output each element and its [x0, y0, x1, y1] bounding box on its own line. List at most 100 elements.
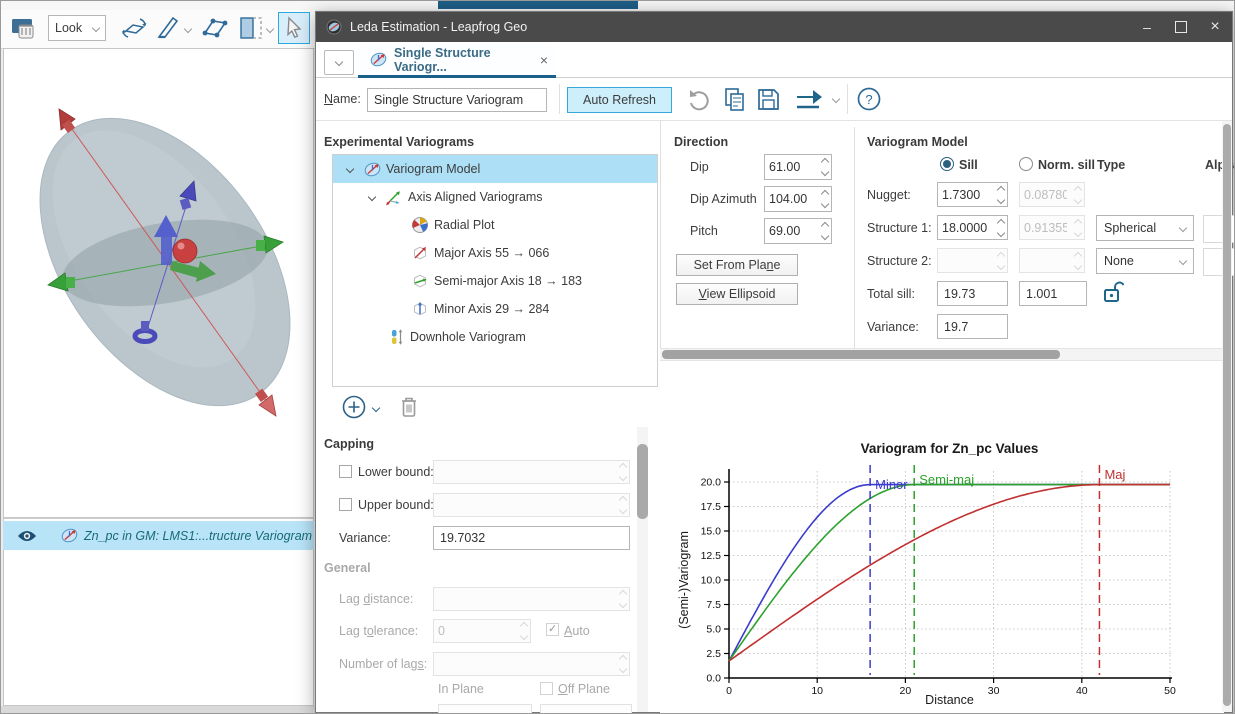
lock-sill-button[interactable]: [1102, 279, 1124, 305]
export-icon: [792, 85, 826, 113]
app-icon: [326, 19, 342, 35]
svg-text:Maj: Maj: [1104, 467, 1125, 482]
select-tool-button[interactable]: [278, 12, 310, 44]
slice-options-chevron[interactable]: [266, 25, 274, 33]
scene-list-item[interactable]: Zn_pc in GM: LMS1:...tructure Variogram: [3, 521, 314, 550]
minimize-button[interactable]: –: [1130, 12, 1164, 42]
auto-refresh-button[interactable]: Auto Refresh: [567, 87, 672, 113]
upper-bound-checkbox[interactable]: [339, 498, 352, 511]
upper-bound-spinner[interactable]: [433, 493, 630, 517]
structure1-type-dropdown[interactable]: Spherical: [1096, 215, 1194, 241]
add-variogram-button[interactable]: [342, 395, 366, 419]
lag-tolerance-spinner: [433, 619, 531, 643]
tree-item-label: Major Axis 55 → 066: [434, 246, 549, 260]
delete-variogram-button[interactable]: [398, 394, 420, 420]
left-panel-scrollbar-thumb[interactable]: [637, 444, 648, 519]
copy-button[interactable]: [721, 85, 749, 113]
leda-estimation-dialog: Leda Estimation - Leapfrog Geo – × Singl…: [315, 11, 1233, 713]
slice-view-button[interactable]: [237, 14, 265, 42]
nugget-sill-spinner[interactable]: [937, 182, 1008, 207]
name-input[interactable]: [367, 88, 547, 112]
save-button[interactable]: [754, 85, 782, 113]
svg-text:Variogram for Zn_pc Values: Variogram for Zn_pc Values: [861, 441, 1039, 456]
structure1-sill-spinner[interactable]: [937, 215, 1008, 240]
moving-plane-button[interactable]: [199, 13, 231, 43]
dialog-header-row: Name: Auto Refresh: [316, 78, 1232, 121]
view-ellipsoid-button[interactable]: View Ellipsoid: [676, 283, 798, 305]
number-of-lags-spinner: [433, 652, 630, 676]
help-button[interactable]: ?: [856, 86, 882, 112]
dialog-title: Leda Estimation - Leapfrog Geo: [350, 20, 527, 34]
export-button[interactable]: [792, 85, 826, 113]
cursor-icon: [279, 13, 308, 42]
set-from-plane-button[interactable]: Set From Plane: [676, 254, 798, 276]
tab-single-structure-variogram[interactable]: Single Structure Variogr... ×: [358, 44, 556, 78]
variogram-chart: Variogram for Zn_pc Values(Semi-)Variogr…: [660, 361, 1224, 713]
tree-item[interactable]: Minor Axis 29 → 284: [333, 295, 657, 323]
model-variance-label: Variance:: [867, 320, 919, 334]
variogram-ellipsoid-3d: [4, 49, 313, 517]
export-options-chevron[interactable]: [832, 95, 840, 103]
type-column-header: Type: [1097, 158, 1125, 172]
svg-text:Semi-maj: Semi-maj: [919, 472, 974, 487]
lower-bound-spinner[interactable]: [433, 460, 630, 484]
off-plane-checkbox: [540, 682, 553, 695]
direction-title: Direction: [674, 135, 728, 149]
chevron-down-icon[interactable]: [361, 194, 383, 200]
dialog-vertical-scrollbar-thumb[interactable]: [1223, 124, 1231, 706]
pitch-spinner[interactable]: [764, 218, 832, 244]
tree-item[interactable]: Variogram Model: [333, 155, 657, 183]
total-sill-value: [937, 281, 1008, 306]
undo-button[interactable]: [685, 86, 713, 114]
norm-sill-radio[interactable]: [1019, 157, 1033, 171]
off-plane-label: Off Plane: [558, 682, 610, 696]
rotate-tool-button[interactable]: [118, 13, 150, 43]
close-button[interactable]: ×: [1198, 12, 1232, 42]
dip-spinner[interactable]: [764, 154, 832, 180]
save-icon: [754, 85, 782, 113]
svg-text:30: 30: [988, 685, 1000, 697]
add-variogram-chevron[interactable]: [372, 404, 380, 412]
tree-item[interactable]: Radial Plot: [333, 211, 657, 239]
structure2-sill-spinner[interactable]: [937, 248, 1008, 273]
structure1-label: Structure 1:: [867, 221, 932, 235]
slicer-options-chevron[interactable]: [184, 25, 192, 33]
structure2-type-dropdown[interactable]: None: [1096, 248, 1194, 274]
axis-aligned-icon: [383, 188, 405, 206]
visibility-eye-icon[interactable]: [17, 529, 37, 543]
tree-item[interactable]: Axis Aligned Variograms: [333, 183, 657, 211]
maximize-button[interactable]: [1164, 12, 1198, 42]
clear-scene-icon: [9, 13, 39, 43]
dialog-titlebar[interactable]: Leda Estimation - Leapfrog Geo – ×: [316, 12, 1232, 42]
minimize-icon: –: [1143, 19, 1151, 35]
tab-close-icon[interactable]: ×: [540, 52, 548, 68]
lower-bound-checkbox[interactable]: [339, 465, 352, 478]
scene-viewport[interactable]: [3, 48, 314, 518]
clear-scene-button[interactable]: [9, 13, 39, 43]
slicer-tool-button[interactable]: [153, 13, 183, 43]
tree-item-label: Radial Plot: [434, 218, 494, 232]
variogram-model-icon: [361, 161, 383, 178]
direction-field-label: Pitch: [690, 224, 718, 238]
model-horizontal-scrollbar-thumb[interactable]: [662, 350, 1060, 359]
look-dropdown[interactable]: Look: [48, 15, 106, 41]
tree-item[interactable]: Major Axis 55 → 066: [333, 239, 657, 267]
norm-sill-radio-label: Norm. sill: [1038, 158, 1095, 172]
chevron-down-icon: [1179, 224, 1187, 232]
tree-item[interactable]: Downhole Variogram: [333, 323, 657, 351]
svg-text:Minor: Minor: [875, 477, 908, 492]
direction-field-label: Dip: [690, 160, 709, 174]
maximize-icon: [1175, 21, 1187, 33]
capping-variance-input[interactable]: [433, 526, 630, 550]
sill-radio[interactable]: [940, 157, 954, 171]
slicer-icon: [153, 13, 183, 43]
dip-azimuth-spinner[interactable]: [764, 186, 832, 212]
major-axis-handle-bottom: [255, 389, 276, 416]
experimental-variograms-title: Experimental Variograms: [324, 135, 474, 149]
lag-distance-label: Lag distance:: [339, 592, 413, 606]
tree-item[interactable]: Semi-major Axis 18 → 183: [333, 267, 657, 295]
variogram-model-title: Variogram Model: [867, 135, 968, 149]
lag-tolerance-label: Lag tolerance:: [339, 624, 418, 638]
chevron-down-icon[interactable]: [339, 166, 361, 172]
tab-list-dropdown-button[interactable]: [324, 50, 354, 75]
